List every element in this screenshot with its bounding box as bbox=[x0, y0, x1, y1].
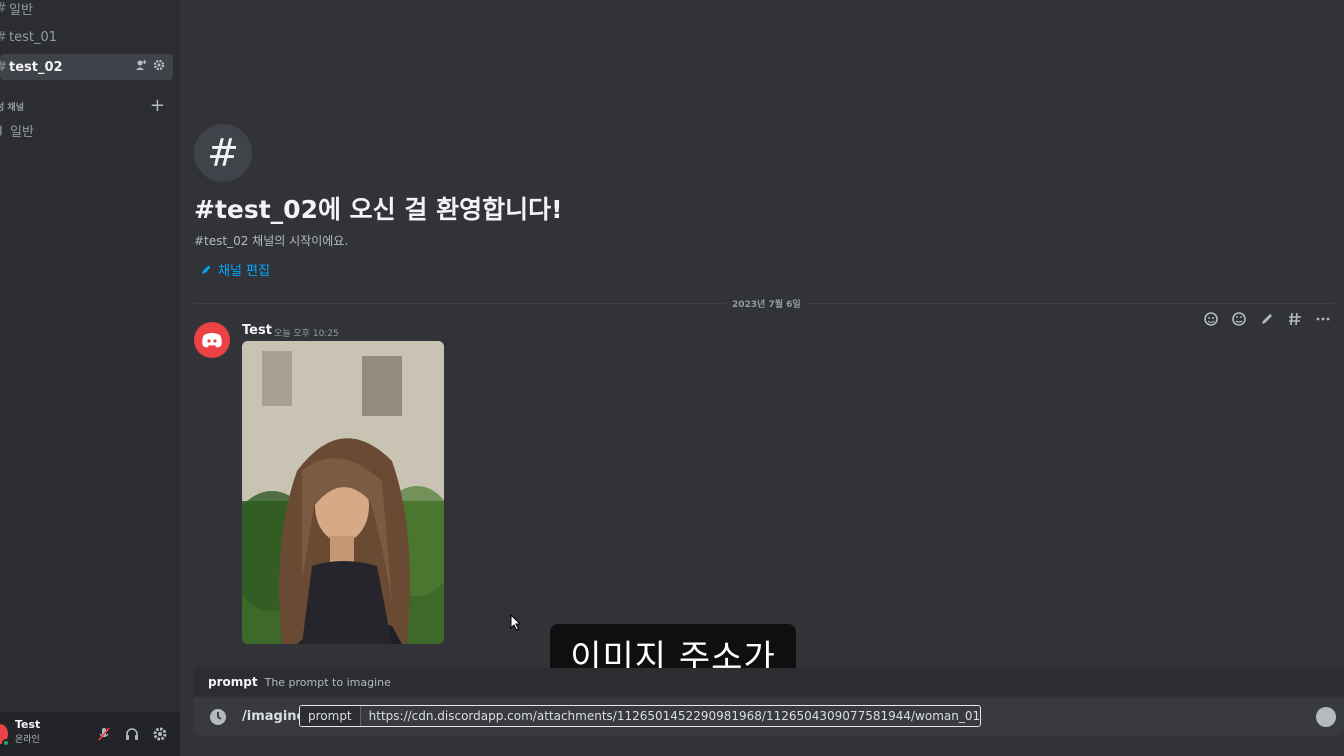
invite-icon[interactable] bbox=[135, 59, 147, 73]
channel-item-test-02[interactable]: # test_02 bbox=[0, 54, 173, 80]
date-divider-label: 2023년 7월 6일 bbox=[726, 297, 807, 310]
speaker-icon: ◖ bbox=[0, 123, 8, 138]
discord-logo-icon bbox=[202, 333, 222, 348]
hash-icon: # bbox=[0, 60, 8, 75]
argument-name: prompt bbox=[300, 706, 361, 726]
gear-icon[interactable] bbox=[153, 59, 165, 73]
argument-value[interactable]: https://cdn.discordapp.com/attachments/1… bbox=[361, 709, 980, 723]
edit-pencil-icon[interactable] bbox=[1258, 310, 1276, 328]
voice-category-header[interactable]: 성 채널 + bbox=[0, 95, 173, 116]
channel-label: test_01 bbox=[9, 29, 58, 45]
option-name: prompt bbox=[208, 675, 258, 689]
message-author-avatar[interactable] bbox=[194, 322, 230, 358]
hash-icon: # bbox=[0, 30, 8, 45]
mute-mic-icon[interactable] bbox=[94, 724, 114, 744]
mouse-cursor-icon bbox=[510, 614, 522, 631]
channel-hash-icon: # bbox=[194, 124, 252, 182]
channel-label: 일반 bbox=[10, 124, 34, 140]
welcome-title: #test_02에 오신 걸 환영합니다! bbox=[194, 195, 563, 224]
message-image-attachment[interactable] bbox=[242, 341, 444, 644]
user-panel: Test 온라인 bbox=[0, 712, 180, 756]
create-thread-icon[interactable] bbox=[1286, 310, 1304, 328]
username: Test bbox=[15, 718, 41, 731]
category-label: 성 채널 bbox=[0, 103, 24, 113]
hash-icon: # bbox=[0, 1, 8, 16]
channel-sidebar: # 일반 # test_01 # test_02 성 채널 + ◖ 일반 Tes… bbox=[0, 0, 180, 756]
voice-channel-general[interactable]: ◖ 일반 bbox=[0, 117, 173, 143]
user-settings-gear-icon[interactable] bbox=[150, 724, 170, 744]
message-input-bar[interactable]: /imagine prompt https://cdn.discordapp.c… bbox=[194, 698, 1344, 736]
pencil-icon bbox=[202, 265, 211, 274]
user-status-text: 온라인 bbox=[15, 735, 40, 745]
add-channel-icon[interactable]: + bbox=[150, 95, 165, 116]
channel-item-test-01[interactable]: # test_01 bbox=[0, 24, 173, 50]
command-option-hint[interactable]: prompt The prompt to imagine bbox=[194, 668, 1344, 696]
command-argument-field[interactable]: prompt https://cdn.discordapp.com/attach… bbox=[299, 705, 981, 727]
message-timestamp: 오늘 오후 10:25 bbox=[274, 329, 339, 339]
edit-channel-label: 채널 편집 bbox=[218, 264, 270, 279]
slash-command-name: /imagine bbox=[242, 709, 306, 724]
welcome-subtitle: #test_02 채널의 시작이에요. bbox=[194, 234, 349, 248]
edit-channel-link[interactable]: 채널 편집 bbox=[200, 260, 270, 279]
add-reaction-icon[interactable] bbox=[1202, 310, 1220, 328]
online-status-icon bbox=[2, 739, 10, 747]
channel-label: 일반 bbox=[9, 2, 33, 18]
message-toolbar bbox=[1202, 310, 1332, 328]
more-options-icon[interactable] bbox=[1314, 310, 1332, 328]
clock-icon[interactable] bbox=[208, 707, 228, 727]
message-author[interactable]: Test bbox=[242, 323, 272, 338]
chat-area: # #test_02에 오신 걸 환영합니다! #test_02 채널의 시작이… bbox=[180, 0, 1344, 756]
channel-label: test_02 bbox=[9, 59, 63, 75]
super-reaction-icon[interactable] bbox=[1230, 310, 1248, 328]
emoji-picker-icon[interactable] bbox=[1316, 707, 1336, 727]
channel-item-general[interactable]: # 일반 bbox=[0, 0, 173, 21]
option-description: The prompt to imagine bbox=[264, 675, 391, 689]
headphones-icon[interactable] bbox=[122, 724, 142, 744]
